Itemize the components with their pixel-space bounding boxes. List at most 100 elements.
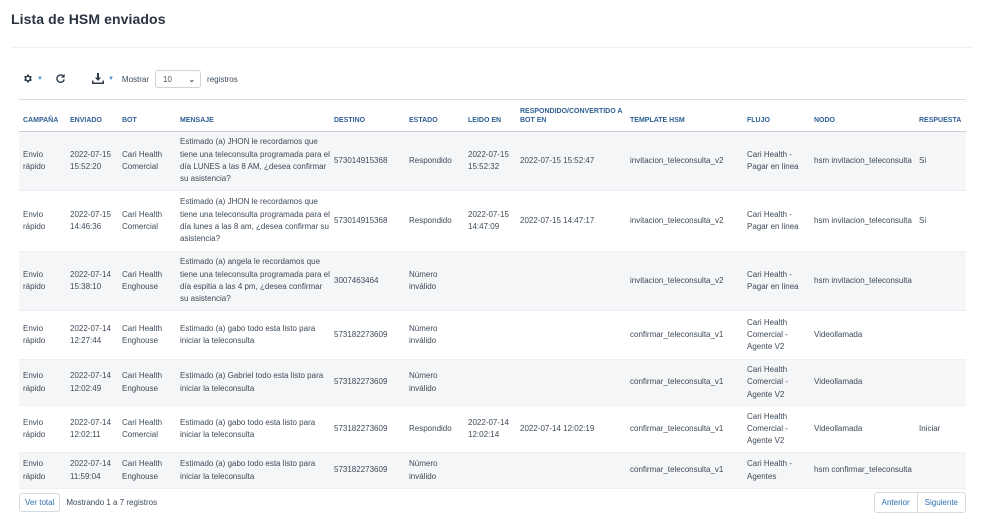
- cell-responded-at: 2022-07-14 12:02:19: [516, 405, 626, 453]
- table-row[interactable]: Envio rápido 2022-07-14 12:27:44 Cari He…: [19, 310, 966, 360]
- cell-responded-at: 2022-07-15 14:47:17: [516, 190, 626, 252]
- cell-sent: 2022-07-14 11:59:04: [66, 452, 118, 489]
- table-row[interactable]: Envio rápido 2022-07-15 15:52:20 Cari He…: [19, 131, 966, 191]
- cell-template: confirmar_teleconsulta_v1: [626, 452, 743, 489]
- column-header[interactable]: MENSAJE: [176, 99, 330, 132]
- cell-destination: 573182273609: [330, 452, 405, 489]
- export-dropdown-button[interactable]: ▼: [91, 72, 114, 86]
- table-toolbar: ▼ ▼ Mostrar 10 ⌄ registros: [22, 69, 238, 89]
- cell-campaign: Envio rápido: [19, 452, 66, 489]
- cell-responded-at: [516, 251, 626, 311]
- column-header[interactable]: BOT: [118, 99, 176, 132]
- cell-sent: 2022-07-15 14:46:36: [66, 190, 118, 252]
- cell-message: Estimado (a) angela le recordamos que ti…: [176, 251, 330, 311]
- refresh-icon: [55, 73, 66, 86]
- cell-responded-at: [516, 452, 626, 489]
- table-row[interactable]: Envio rápido 2022-07-14 11:59:04 Cari He…: [19, 452, 966, 489]
- records-label: registros: [207, 74, 238, 84]
- cell-flow: Cari Health - Pagar en linea: [743, 131, 810, 191]
- cell-destination: 573182273609: [330, 359, 405, 406]
- cell-destination: 573014915368: [330, 131, 405, 191]
- column-header[interactable]: ENVIADO: [66, 99, 118, 132]
- cell-flow: Cari Health Comercial - Agente V2: [743, 359, 810, 406]
- records-summary: Mostrando 1 a 7 registros: [66, 498, 158, 507]
- cell-node: hsm invitacion_teleconsulta: [810, 131, 915, 191]
- cell-flow: Cari Health - Agentes: [743, 452, 810, 489]
- gear-icon: [22, 73, 33, 86]
- cell-template: invitacion_teleconsulta_v2: [626, 190, 743, 252]
- page-size-value: 10: [163, 74, 172, 84]
- cell-message: Estimado (a) Gabriel todo esta listo par…: [176, 359, 330, 406]
- cell-response: [915, 359, 966, 406]
- cell-campaign: Envio rápido: [19, 251, 66, 311]
- cell-node: hsm invitacion_teleconsulta: [810, 190, 915, 252]
- table-row[interactable]: Envio rápido 2022-07-14 12:02:49 Cari He…: [19, 359, 966, 406]
- cell-bot: Cari Health Comercial: [118, 190, 176, 252]
- column-header[interactable]: RESPUESTA: [915, 99, 966, 132]
- cell-read-at: [464, 251, 516, 311]
- cell-status: Respondido: [405, 190, 464, 252]
- cell-message: Estimado (a) gabo todo esta listo para i…: [176, 405, 330, 453]
- cell-responded-at: 2022-07-15 15:52:47: [516, 131, 626, 191]
- cell-campaign: Envio rápido: [19, 190, 66, 252]
- download-icon: [91, 72, 104, 86]
- cell-message: Estimado (a) gabo todo esta listo para i…: [176, 452, 330, 489]
- chevron-down-icon: ⌄: [188, 74, 196, 84]
- table-row[interactable]: Envio rápido 2022-07-14 12:02:11 Cari He…: [19, 405, 966, 453]
- hsm-table: CAMPAÑA ENVIADO BOT MENSAJE DESTINO ESTA…: [19, 99, 966, 489]
- cell-flow: Cari Health - Pagar en linea: [743, 251, 810, 311]
- table-row[interactable]: Envio rápido 2022-07-14 15:38:10 Cari He…: [19, 251, 966, 311]
- column-header[interactable]: LEIDO EN: [464, 99, 516, 132]
- cell-campaign: Envio rápido: [19, 310, 66, 360]
- view-total-button[interactable]: Ver total: [19, 493, 61, 512]
- column-header[interactable]: ESTADO: [405, 99, 464, 132]
- cell-read-at: [464, 310, 516, 360]
- cell-bot: Cari Health Enghouse: [118, 310, 176, 360]
- table-header-row: CAMPAÑA ENVIADO BOT MENSAJE DESTINO ESTA…: [19, 99, 966, 132]
- show-label: Mostrar: [121, 74, 150, 84]
- cell-destination: 573014915368: [330, 190, 405, 252]
- page-size-select[interactable]: 10 ⌄: [155, 70, 202, 88]
- cell-read-at: [464, 359, 516, 406]
- cell-template: invitacion_teleconsulta_v2: [626, 131, 743, 191]
- cell-message: Estimado (a) JHON le recordamos que tien…: [176, 131, 330, 191]
- settings-dropdown-button[interactable]: ▼: [22, 73, 43, 86]
- cell-read-at: 2022-07-15 15:52:32: [464, 131, 516, 191]
- cell-status: Número inválido: [405, 251, 464, 311]
- cell-read-at: [464, 452, 516, 489]
- refresh-button[interactable]: [55, 73, 66, 86]
- caret-down-icon: ▼: [107, 76, 114, 82]
- cell-campaign: Envio rápido: [19, 405, 66, 453]
- cell-status: Respondido: [405, 405, 464, 453]
- cell-status: Respondido: [405, 131, 464, 191]
- column-header[interactable]: FLUJO: [743, 99, 810, 132]
- cell-bot: Cari Health Enghouse: [118, 251, 176, 311]
- cell-destination: 573182273609: [330, 405, 405, 453]
- pagination: Anterior Siguiente: [873, 492, 966, 513]
- cell-node: Videollamada: [810, 310, 915, 360]
- column-header[interactable]: CAMPAÑA: [19, 99, 66, 132]
- cell-bot: Cari Health Enghouse: [118, 452, 176, 489]
- column-header[interactable]: TEMPLATE HSM: [626, 99, 743, 132]
- cell-message: Estimado (a) JHON le recordamos que tien…: [176, 190, 330, 252]
- cell-sent: 2022-07-14 15:38:10: [66, 251, 118, 311]
- cell-message: Estimado (a) gabo todo esta listo para i…: [176, 310, 330, 360]
- previous-page-button[interactable]: Anterior: [875, 493, 917, 512]
- cell-destination: 573182273609: [330, 310, 405, 360]
- cell-flow: Cari Health Comercial - Agente V2: [743, 310, 810, 360]
- cell-response: [915, 251, 966, 311]
- cell-campaign: Envio rápido: [19, 131, 66, 191]
- cell-node: hsm confirmar_teleconsulta: [810, 452, 915, 489]
- caret-down-icon: ▼: [37, 76, 43, 82]
- cell-response: [915, 310, 966, 360]
- cell-flow: Cari Health Comercial - Agente V2: [743, 405, 810, 453]
- cell-bot: Cari Health Comercial: [118, 131, 176, 191]
- table-row[interactable]: Envio rápido 2022-07-15 14:46:36 Cari He…: [19, 190, 966, 252]
- cell-status: Número inválido: [405, 310, 464, 360]
- column-header[interactable]: RESPONDIDO/CONVERTIDO A BOT EN: [516, 99, 626, 132]
- next-page-button[interactable]: Siguiente: [916, 493, 965, 512]
- column-header[interactable]: DESTINO: [330, 99, 405, 132]
- cell-status: Número inválido: [405, 359, 464, 406]
- cell-destination: 3007463464: [330, 251, 405, 311]
- column-header[interactable]: NODO: [810, 99, 915, 132]
